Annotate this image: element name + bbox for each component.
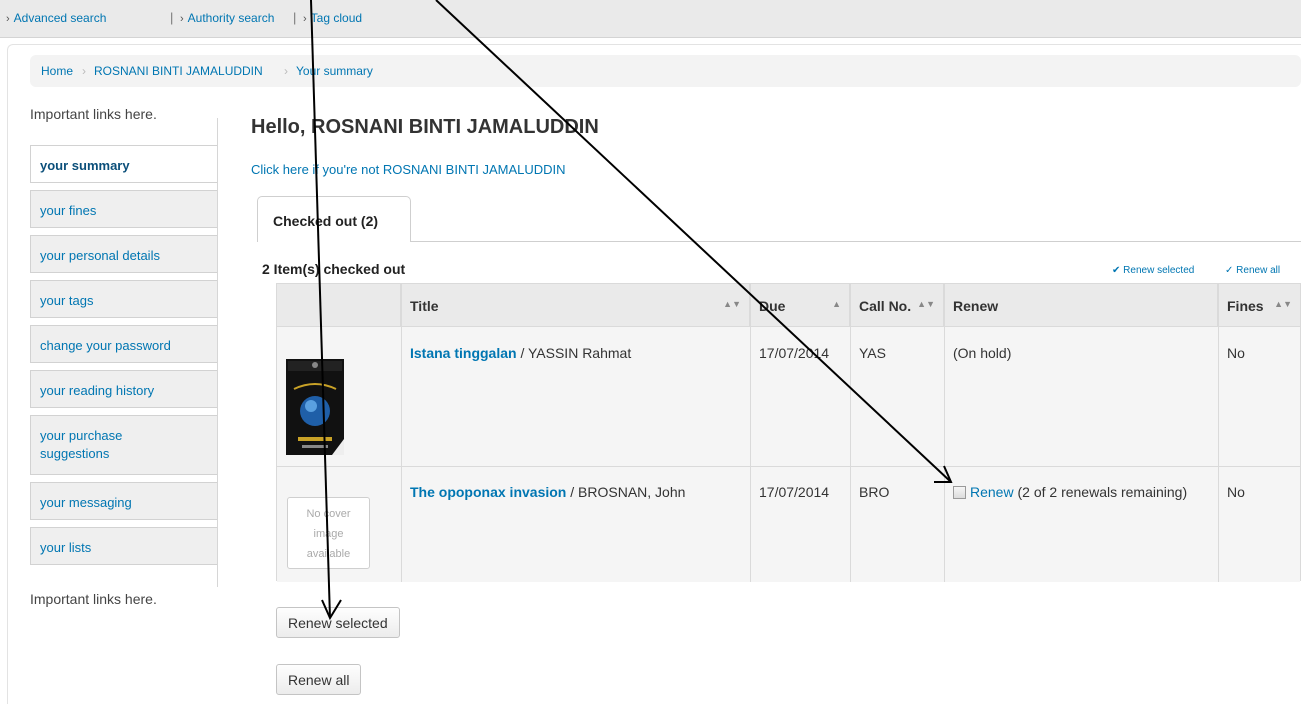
sidebar-item-label: your tags: [40, 293, 94, 308]
column-header-renew: Renew: [944, 284, 1218, 327]
renew-selected-link-label: Renew selected: [1123, 265, 1195, 276]
breadcrumb-patron[interactable]: ROSNANI BINTI JAMALUDDIN: [94, 64, 263, 78]
important-links-top: Important links here.: [30, 106, 157, 122]
sidebar-item-label: your summary: [40, 158, 130, 173]
table-row: Istana tinggalan / YASSIN Rahmat 17/07/2…: [277, 326, 1300, 466]
column-divider: [750, 284, 751, 582]
checked-out-table: Title ▲▼ Due ▲ Call No. ▲▼ Renew Fines ▲▼ Is…: [276, 283, 1301, 582]
no-cover-placeholder: No cover image available: [287, 497, 370, 569]
header-label: Due: [759, 298, 786, 314]
sidebar-item-label: change your password: [40, 338, 171, 353]
sidebar-item-label: your messaging: [40, 495, 132, 510]
due-cell: 17/07/2014: [759, 484, 830, 500]
renew-all-button[interactable]: Renew all: [276, 664, 362, 695]
sidebar-item-reading-history[interactable]: your reading history: [30, 370, 218, 408]
sidebar-divider: [217, 118, 218, 587]
breadcrumb-summary[interactable]: Your summary: [296, 64, 373, 78]
callno-cell: BRO: [859, 484, 890, 500]
renew-checkbox[interactable]: [953, 486, 966, 499]
sidebar-item-lists[interactable]: your lists: [30, 527, 218, 565]
renew-all-link-label: Renew all: [1236, 265, 1281, 276]
tab-label: Checked out (2): [273, 213, 379, 229]
tab-checked-out[interactable]: Checked out (2): [257, 196, 411, 242]
callno-cell: YAS: [859, 345, 886, 361]
fines-cell: No: [1227, 484, 1245, 500]
sidebar-item-label: your reading history: [40, 383, 155, 398]
separator: |: [170, 10, 174, 25]
renew-cell: Renew (2 of 2 renewals remaining): [953, 484, 1187, 500]
sidebar-item-label: your purchase suggestions: [40, 428, 123, 461]
sidebar-item-personal-details[interactable]: your personal details: [30, 235, 218, 273]
breadcrumb-separator: ›: [82, 64, 86, 78]
column-header-title[interactable]: Title ▲▼: [401, 284, 750, 327]
column-divider: [944, 284, 945, 582]
column-header-due[interactable]: Due ▲: [750, 284, 850, 327]
authority-search-label[interactable]: Authority search: [188, 11, 275, 25]
title-link[interactable]: Istana tinggalan: [410, 345, 517, 361]
advanced-search-link[interactable]: › Advanced search: [6, 11, 106, 25]
sidebar-item-summary[interactable]: your summary: [30, 145, 218, 183]
sidebar-item-label: your lists: [40, 540, 92, 555]
book-cover-image[interactable]: [286, 359, 344, 455]
not-you-link[interactable]: Click here if you're not ROSNANI BINTI J…: [251, 162, 566, 177]
renew-status: (On hold): [953, 345, 1012, 361]
no-cover-text: available: [306, 548, 351, 560]
header-label: Renew: [953, 298, 999, 314]
chevron-right-icon: ›: [303, 13, 307, 25]
author: / YASSIN Rahmat: [516, 345, 632, 361]
tag-cloud-link[interactable]: › Tag cloud: [303, 11, 362, 25]
due-cell: 17/07/2014: [759, 345, 830, 361]
sidebar-item-messaging[interactable]: your messaging: [30, 482, 218, 520]
no-cover-text: image: [313, 528, 344, 540]
renew-all-link[interactable]: ✓ Renew all: [1225, 265, 1280, 276]
top-bar: › Advanced search | › Authority search | ›…: [0, 0, 1301, 38]
checkmark-icon: ✔: [1112, 265, 1124, 276]
header-label: Fines: [1227, 298, 1264, 314]
column-divider: [401, 284, 402, 582]
tag-cloud-label[interactable]: Tag cloud: [311, 11, 362, 25]
breadcrumb-separator: ›: [284, 64, 288, 78]
renewals-remaining: (2 of 2 renewals remaining): [1013, 484, 1188, 500]
sidebar-item-fines[interactable]: your fines: [30, 190, 218, 228]
chevron-right-icon: ›: [180, 13, 184, 25]
column-divider: [850, 284, 851, 582]
chevron-right-icon: ›: [6, 13, 10, 25]
advanced-search-label[interactable]: Advanced search: [14, 11, 107, 25]
important-links-bottom: Important links here.: [30, 591, 157, 607]
sort-icon: ▲▼: [917, 299, 935, 309]
title-cell: The opoponax invasion / BROSNAN, John: [410, 484, 685, 500]
renew-selected-link[interactable]: ✔ Renew selected: [1112, 265, 1194, 276]
renew-link[interactable]: Renew: [970, 484, 1014, 500]
no-cover-text: No cover: [306, 508, 351, 520]
sidebar-item-label: your fines: [40, 203, 97, 218]
column-header-cover: [277, 284, 401, 327]
sidebar-item-purchase-suggestions[interactable]: your purchase suggestions: [30, 415, 218, 475]
column-header-fines[interactable]: Fines ▲▼: [1218, 284, 1300, 327]
sort-icon: ▲▼: [1274, 299, 1292, 309]
double-check-icon: ✓: [1225, 265, 1237, 276]
breadcrumb-home[interactable]: Home: [41, 64, 73, 78]
fines-cell: No: [1227, 345, 1245, 361]
title-link[interactable]: The opoponax invasion: [410, 484, 566, 500]
page-title: Hello, ROSNANI BINTI JAMALUDDIN: [251, 116, 599, 138]
sort-icon: ▲▼: [723, 299, 741, 309]
header-label: Call No.: [859, 298, 912, 314]
column-header-callno[interactable]: Call No. ▲▼: [850, 284, 944, 327]
breadcrumb: Home › ROSNANI BINTI JAMALUDDIN › Your s…: [30, 55, 1301, 87]
separator: |: [293, 10, 297, 25]
sidebar-item-label: your personal details: [40, 248, 160, 263]
renew-selected-button[interactable]: Renew selected: [276, 607, 400, 638]
table-row: The opoponax invasion / BROSNAN, John 17…: [277, 466, 1300, 582]
items-count-heading: 2 Item(s) checked out: [262, 261, 406, 277]
column-divider: [1218, 284, 1219, 582]
sidebar-item-change-password[interactable]: change your password: [30, 325, 218, 363]
sort-ascending-icon: ▲: [832, 299, 841, 309]
title-cell: Istana tinggalan / YASSIN Rahmat: [410, 345, 631, 361]
sidebar-item-tags[interactable]: your tags: [30, 280, 218, 318]
author: / BROSNAN, John: [566, 484, 686, 500]
header-label: Title: [410, 298, 439, 314]
tab-divider: [257, 241, 1301, 242]
authority-search-link[interactable]: › Authority search: [180, 11, 274, 25]
